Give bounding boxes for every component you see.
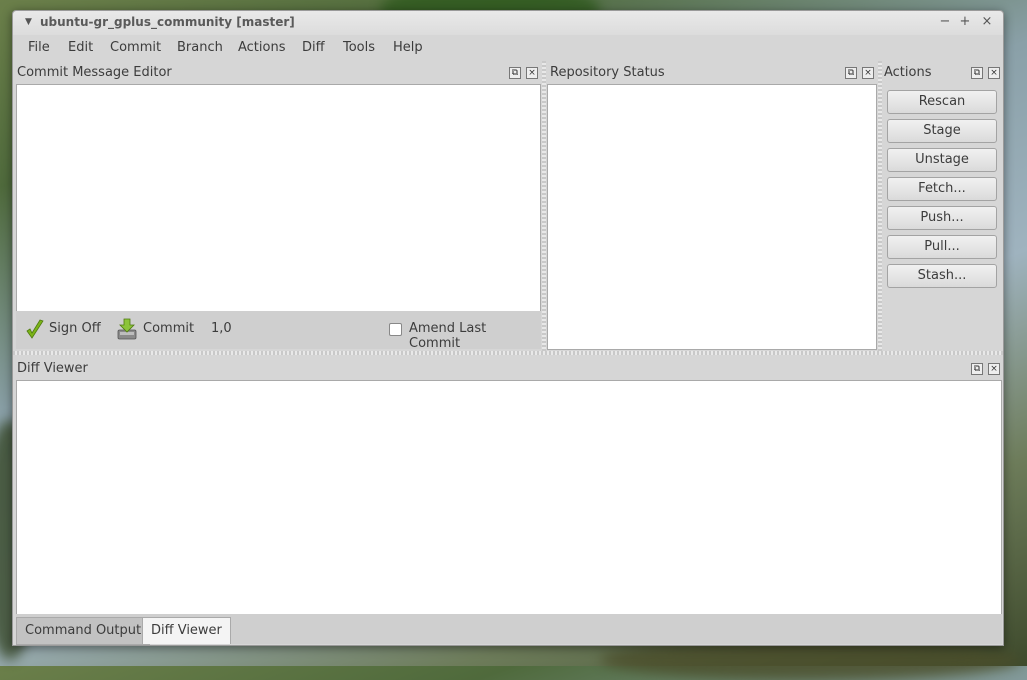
tab-diff-viewer[interactable]: Diff Viewer xyxy=(142,617,231,644)
push-button[interactable]: Push... xyxy=(887,206,997,230)
commit-download-icon xyxy=(117,318,137,340)
menu-actions[interactable]: Actions xyxy=(238,40,286,55)
vertical-splitter[interactable] xyxy=(542,61,546,351)
amend-checkbox[interactable] xyxy=(389,323,402,336)
commit-message-textarea[interactable] xyxy=(16,84,541,312)
close-panel-icon[interactable]: × xyxy=(526,67,538,79)
menu-help[interactable]: Help xyxy=(393,40,423,55)
amend-label[interactable]: Amend Last Commit xyxy=(409,321,541,351)
menu-edit[interactable]: Edit xyxy=(68,40,93,55)
cursor-position: 1,0 xyxy=(211,321,232,336)
menu-tools[interactable]: Tools xyxy=(343,40,375,55)
float-panel-icon[interactable]: ⧉ xyxy=(509,67,521,79)
minimize-button[interactable]: − xyxy=(937,14,953,30)
stash-button[interactable]: Stash... xyxy=(887,264,997,288)
close-panel-icon[interactable]: × xyxy=(862,67,874,79)
diff-viewer-header[interactable]: Diff Viewer ⧉ × xyxy=(13,357,1003,379)
actions-title: Actions xyxy=(884,65,932,80)
commit-button[interactable]: Commit xyxy=(143,321,194,336)
float-panel-icon[interactable]: ⧉ xyxy=(971,67,983,79)
maximize-button[interactable]: + xyxy=(957,14,973,30)
menu-commit[interactable]: Commit xyxy=(110,40,161,55)
fetch-button[interactable]: Fetch... xyxy=(887,177,997,201)
float-panel-icon[interactable]: ⧉ xyxy=(845,67,857,79)
menu-bar: File Edit Commit Branch Actions Diff Too… xyxy=(13,35,1003,59)
close-panel-icon[interactable]: × xyxy=(988,67,1000,79)
menu-file[interactable]: File xyxy=(28,40,50,55)
title-bar[interactable]: ▼ ubuntu-gr_gplus_community [master] − +… xyxy=(13,11,1003,35)
menu-diff[interactable]: Diff xyxy=(302,40,325,55)
git-cola-window: ▼ ubuntu-gr_gplus_community [master] − +… xyxy=(12,10,1004,646)
bottom-tab-bar: Command Output Diff Viewer xyxy=(16,614,1002,645)
actions-header[interactable]: Actions ⧉ × xyxy=(882,61,1002,83)
commit-toolbar: Sign Off Commit 1,0 Amend Last Commit xyxy=(16,311,541,351)
rescan-button[interactable]: Rescan xyxy=(887,90,997,114)
commit-editor-title: Commit Message Editor xyxy=(17,65,172,80)
window-title: ubuntu-gr_gplus_community [master] xyxy=(40,15,295,29)
menu-branch[interactable]: Branch xyxy=(177,40,223,55)
wallpaper-blob xyxy=(600,640,1020,680)
float-panel-icon[interactable]: ⧉ xyxy=(971,363,983,375)
diff-viewer-title: Diff Viewer xyxy=(17,361,88,376)
commit-editor-header[interactable]: Commit Message Editor ⧉ × xyxy=(13,61,541,83)
vertical-splitter[interactable] xyxy=(878,61,882,351)
diff-text-area[interactable] xyxy=(16,380,1002,615)
stage-button[interactable]: Stage xyxy=(887,119,997,143)
pull-button[interactable]: Pull... xyxy=(887,235,997,259)
close-panel-icon[interactable]: × xyxy=(988,363,1000,375)
repo-status-tree[interactable] xyxy=(547,84,877,350)
tab-command-output[interactable]: Command Output xyxy=(16,617,151,645)
close-button[interactable]: × xyxy=(979,14,995,30)
repo-status-title: Repository Status xyxy=(550,65,665,80)
repo-status-header[interactable]: Repository Status ⧉ × xyxy=(546,61,878,83)
checkmark-icon xyxy=(26,319,44,339)
horizontal-splitter[interactable] xyxy=(13,351,1003,355)
sign-off-button[interactable]: Sign Off xyxy=(49,321,101,336)
unstage-button[interactable]: Unstage xyxy=(887,148,997,172)
window-menu-arrow-icon[interactable]: ▼ xyxy=(25,17,32,27)
